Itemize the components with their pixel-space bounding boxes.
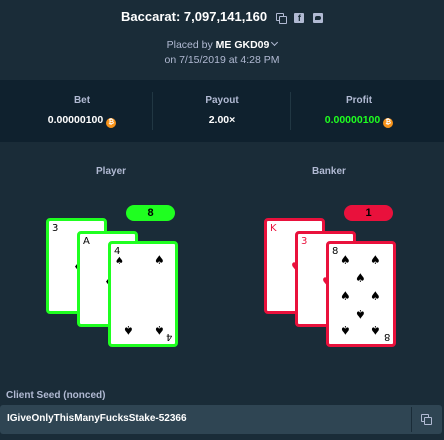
payout-label: Payout bbox=[205, 95, 239, 106]
client-seed-value[interactable]: IGiveOnlyThisManyFucksStake-52366 bbox=[7, 413, 187, 424]
facebook-icon[interactable]: f bbox=[294, 12, 305, 23]
player-label: Player bbox=[96, 166, 127, 177]
payout-value: 2.00× bbox=[208, 114, 236, 126]
bet-header: Baccarat: 7,097,141,160 f Placed by ME G… bbox=[0, 0, 444, 80]
chevron-down-icon[interactable] bbox=[271, 38, 279, 47]
copy-seed-button[interactable] bbox=[411, 407, 438, 432]
twitter-icon[interactable] bbox=[312, 12, 323, 23]
placed-by: Placed by ME GKD09 bbox=[0, 38, 444, 51]
banker-label: Banker bbox=[312, 166, 346, 177]
bet-value: 0.00000100 bbox=[47, 114, 104, 126]
spade-icon: ♠ bbox=[370, 289, 381, 303]
spade-icon: ♠ bbox=[340, 323, 351, 337]
client-seed-label: Client Seed (nonced) bbox=[6, 390, 106, 401]
spade-icon: ♠ bbox=[340, 253, 351, 267]
payout-stat: Payout 2.00× bbox=[148, 80, 296, 142]
title-row: Baccarat: 7,097,141,160 f bbox=[0, 9, 444, 24]
spade-icon: ♠ bbox=[115, 256, 124, 267]
spade-icon: ♠ bbox=[123, 323, 134, 337]
banker-score-badge: 1 bbox=[344, 205, 393, 221]
spade-icon: ♠ bbox=[154, 323, 165, 337]
spade-icon: ♠ bbox=[370, 323, 381, 337]
client-seed-field[interactable]: IGiveOnlyThisManyFucksStake-52366 bbox=[0, 405, 442, 434]
spade-icon: ♠ bbox=[340, 289, 351, 303]
username[interactable]: ME GKD09 bbox=[216, 39, 270, 51]
profit-stat: Profit 0.00000100 ₿ bbox=[285, 80, 433, 142]
game-title: Baccarat: 7,097,141,160 bbox=[121, 9, 268, 24]
bitcoin-icon: ₿ bbox=[383, 118, 394, 128]
spade-icon: ♠ bbox=[154, 253, 165, 267]
profit-value: 0.00000100 bbox=[324, 114, 381, 126]
spade-icon: ♠ bbox=[370, 253, 381, 267]
spade-icon: ♠ bbox=[355, 307, 366, 321]
bet-stats: Bet 0.00000100 ₿ Payout 2.00× Profit 0.00… bbox=[0, 80, 444, 142]
spade-icon: ♠ bbox=[355, 271, 366, 285]
copy-icon[interactable] bbox=[275, 12, 287, 24]
bet-label: Bet bbox=[73, 95, 91, 106]
bitcoin-icon: ₿ bbox=[106, 118, 117, 128]
bet-date: on 7/15/2019 at 4:28 PM bbox=[164, 54, 280, 66]
banker-card-3: 8 ♠ ♠ ♠ ♠ ♠ ♠ ♠ ♠ 8 bbox=[326, 241, 396, 347]
profit-label: Profit bbox=[345, 95, 373, 106]
copy-icon bbox=[421, 414, 432, 425]
bet-stat: Bet 0.00000100 ₿ bbox=[8, 80, 156, 142]
player-score-badge: 8 bbox=[126, 205, 175, 221]
player-card-3: 4 ♠ ♠ ♠ ♠ 4 bbox=[108, 241, 178, 347]
